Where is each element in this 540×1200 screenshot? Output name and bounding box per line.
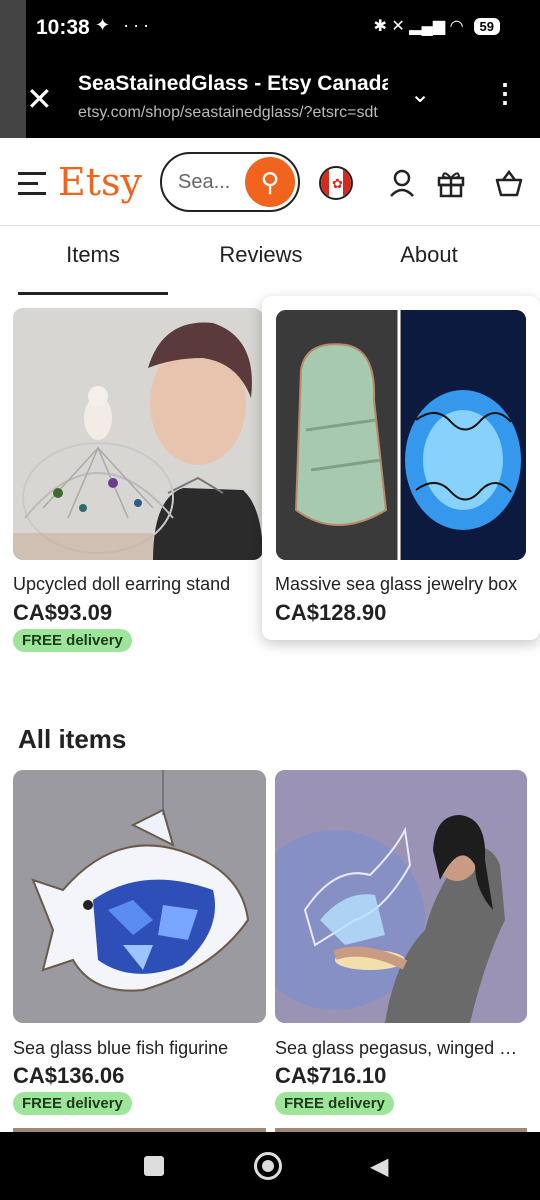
shop-tabs: Items Reviews About (0, 228, 540, 296)
free-delivery-badge: FREE delivery (275, 1092, 394, 1115)
featured-listing-card[interactable]: Massive sea glass jewelry box CA$128.90 (262, 296, 540, 640)
more-vert-icon[interactable]: ⋮ (492, 78, 518, 109)
menu-icon[interactable] (18, 172, 46, 195)
tab-items[interactable]: Items (18, 242, 168, 268)
search-icon[interactable]: ⚲ (245, 157, 295, 207)
etsy-logo[interactable]: Etsy (58, 160, 142, 204)
account-icon[interactable] (388, 168, 416, 205)
cart-icon[interactable] (494, 168, 524, 205)
listing-price: CA$128.90 (275, 600, 387, 625)
tab-about[interactable]: About (354, 242, 504, 268)
listing-title[interactable]: Upcycled doll earring stand (13, 574, 259, 595)
chevron-down-icon[interactable]: ⌄ (410, 80, 430, 109)
free-delivery-badge: FREE delivery (13, 1092, 132, 1115)
free-delivery-badge: FREE delivery (13, 629, 132, 652)
left-edge-strip (0, 0, 26, 138)
status-bar: 10:38 ✦ ··· ✱ ✕ ▂▄▆ ◠ 59 (0, 0, 540, 58)
listing-card[interactable]: Sea glass pegasus, winged horse CA$716.1… (275, 770, 527, 1120)
listing-image[interactable] (13, 308, 263, 560)
status-time: 10:38 (36, 16, 90, 39)
listing-price: CA$716.10 (275, 1063, 387, 1088)
listing-title[interactable]: Massive sea glass jewelry box (275, 574, 527, 595)
listing-title[interactable]: Sea glass blue fish figurine (13, 1038, 263, 1059)
tab-reviews[interactable]: Reviews (186, 242, 336, 268)
battery-icon: 59 (473, 17, 500, 35)
recents-icon[interactable] (144, 1156, 164, 1176)
listing-image[interactable] (275, 770, 527, 1023)
system-nav-bar: ◀ (0, 1132, 540, 1200)
status-icons: ✱ ✕ ▂▄▆ ◠ (373, 18, 464, 35)
listing-price: CA$136.06 (13, 1063, 125, 1088)
featured-listing-card[interactable]: Upcycled doll earring stand CA$93.09 FRE… (13, 308, 263, 658)
close-icon[interactable]: ✕ (26, 80, 53, 118)
search-input[interactable]: Sea... ⚲ (160, 152, 300, 212)
status-system-icons: ✱ ✕ ▂▄▆ ◠ 59 (373, 16, 500, 36)
back-icon[interactable]: ◀ (370, 1152, 388, 1181)
listing-image[interactable] (276, 310, 526, 560)
listing-title[interactable]: Sea glass pegasus, winged horse (275, 1038, 523, 1059)
listing-image[interactable] (13, 770, 266, 1023)
search-placeholder: Sea... (178, 171, 231, 193)
browser-toolbar: SeaStainedGlass - Etsy Canada etsy.com/s… (26, 58, 540, 138)
listing-card[interactable]: Sea glass blue fish figurine CA$136.06 F… (13, 770, 266, 1120)
listing-price: CA$93.09 (13, 600, 113, 625)
all-items-heading: All items (18, 724, 127, 754)
status-notification-icons: ✦ ··· (95, 15, 154, 35)
site-header: Etsy Sea... ⚲ ✿ (0, 138, 540, 226)
page-url[interactable]: etsy.com/shop/seastainedglass/?etsrc=sdt (78, 104, 383, 122)
gift-icon[interactable] (436, 168, 466, 205)
home-icon[interactable] (254, 1152, 282, 1180)
active-tab-indicator (18, 292, 168, 295)
page-title: SeaStainedGlass - Etsy Canada (78, 72, 388, 95)
canada-flag-icon[interactable]: ✿ (319, 166, 353, 200)
